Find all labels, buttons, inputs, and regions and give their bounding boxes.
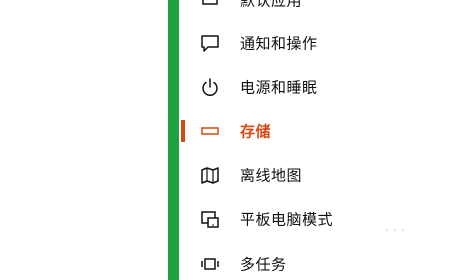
- storage-icon: [199, 120, 221, 142]
- nav-item-tablet-mode[interactable]: 平板电脑模式: [179, 199, 464, 239]
- screenshot-root: 默认应用 通知和操作 电源和睡眠 存储 离线地图 平板电脑模式 多任务: [0, 0, 464, 280]
- nav-item-label: 默认应用: [240, 0, 303, 10]
- nav-item-multitasking[interactable]: 多任务: [179, 244, 464, 280]
- multitasking-icon: [199, 253, 221, 275]
- tablet-mode-icon: [199, 208, 221, 230]
- power-icon: [199, 76, 221, 98]
- faint-dots-decoration: [386, 229, 404, 231]
- nav-item-offline-maps[interactable]: 离线地图: [179, 155, 464, 195]
- active-indicator: [181, 120, 185, 142]
- nav-item-notifications[interactable]: 通知和操作: [179, 23, 464, 63]
- nav-item-label: 平板电脑模式: [240, 210, 334, 229]
- nav-item-label: 通知和操作: [240, 34, 318, 53]
- nav-item-label: 离线地图: [240, 166, 303, 185]
- nav-item-label: 多任务: [240, 255, 287, 274]
- window-edge-bar: [168, 0, 179, 280]
- nav-item-label: 存储: [240, 122, 272, 141]
- map-icon: [199, 164, 221, 186]
- nav-item-power-sleep[interactable]: 电源和睡眠: [179, 67, 464, 107]
- nav-item-label: 电源和睡眠: [240, 78, 318, 97]
- settings-nav-panel: 默认应用 通知和操作 电源和睡眠 存储 离线地图 平板电脑模式 多任务: [179, 0, 464, 280]
- desktop-background: [0, 0, 168, 280]
- nav-item-storage[interactable]: 存储: [179, 111, 464, 151]
- nav-item-default-apps[interactable]: 默认应用: [179, 0, 464, 20]
- notification-icon: [199, 32, 221, 54]
- default-apps-icon: [199, 0, 221, 11]
